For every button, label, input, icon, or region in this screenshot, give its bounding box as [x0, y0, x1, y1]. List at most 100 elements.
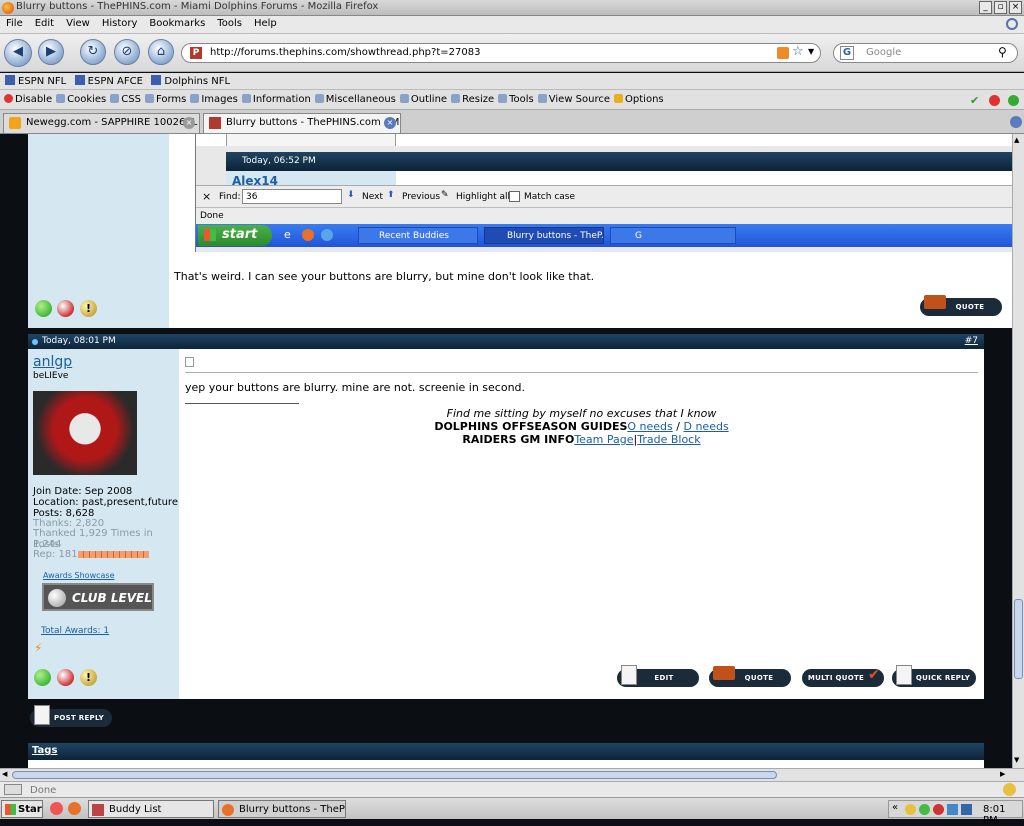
dev-options[interactable]: Options	[614, 90, 664, 105]
dev-tools[interactable]: Tools	[498, 90, 534, 105]
home-icon[interactable]: ⌂	[148, 39, 174, 65]
awards-showcase-link[interactable]: Awards Showcase	[43, 571, 115, 580]
quote-button[interactable]: QUOTE	[709, 666, 791, 687]
highlight-all-button[interactable]: Highlight all	[456, 192, 510, 202]
find-previous-button[interactable]: Previous	[402, 192, 440, 202]
tray-icon[interactable]	[933, 804, 944, 815]
horizontal-scroll-thumb[interactable]	[12, 771, 777, 779]
menu-edit[interactable]: Edit	[29, 16, 60, 29]
find-input[interactable]: 36	[242, 189, 342, 204]
minimize-button[interactable]: _	[979, 1, 992, 14]
scroll-left-icon[interactable]: ◀	[2, 770, 7, 778]
url-text: http://forums.thephins.com/showthread.ph…	[210, 47, 481, 58]
add-rep-icon[interactable]	[57, 669, 74, 686]
menu-help[interactable]: Help	[248, 16, 283, 29]
edit-button[interactable]: EDIT	[617, 665, 699, 687]
information-icon	[241, 94, 251, 103]
tray-expand-icon[interactable]: «	[892, 802, 898, 813]
bookmark-star-icon[interactable]: ☆	[792, 44, 804, 59]
menu-history[interactable]: History	[96, 16, 144, 29]
scroll-right-icon[interactable]: ▶	[1000, 770, 1005, 778]
menu-view[interactable]: View	[60, 16, 96, 29]
search-magnifier-icon[interactable]: ⚲	[998, 45, 1007, 59]
url-dropdown-icon[interactable]: ▼	[808, 47, 814, 56]
multi-quote-button[interactable]: MULTI QUOTE ✔	[802, 667, 884, 687]
team-page-link[interactable]: Team Page	[574, 433, 633, 446]
clock[interactable]: 8:01 PM	[983, 804, 1022, 826]
tags-header[interactable]: Tags	[28, 743, 984, 760]
match-case-checkbox[interactable]	[509, 191, 520, 202]
network-icon[interactable]	[961, 804, 972, 815]
post2-rep: Rep: 181	[33, 549, 78, 560]
horizontal-scrollbar[interactable]: ◀ ▶	[0, 768, 1024, 781]
post-reply-button[interactable]: POST REPLY	[30, 705, 112, 727]
scroll-down-icon[interactable]: ▼	[1014, 756, 1019, 764]
dev-disable[interactable]: Disable	[4, 90, 52, 105]
dev-forms[interactable]: Forms	[144, 90, 186, 105]
start-button[interactable]: Start	[1, 800, 43, 818]
status-ok-icon	[1008, 95, 1019, 106]
add-rep-icon[interactable]	[57, 300, 74, 317]
close-button[interactable]: ×	[1009, 1, 1022, 14]
total-awards-link[interactable]: Total Awards: 1	[41, 626, 109, 636]
find-next-icon[interactable]: ⬇	[347, 190, 355, 200]
menu-bookmarks[interactable]: Bookmarks	[143, 16, 211, 29]
post2-body: yep your buttons are blurry. mine are no…	[179, 349, 984, 699]
dev-css[interactable]: CSS	[110, 90, 141, 105]
dev-outline[interactable]: Outline	[399, 90, 447, 105]
tray-icon[interactable]	[947, 804, 958, 815]
online-status-icon	[34, 669, 51, 686]
avatar	[33, 391, 137, 475]
dev-resize[interactable]: Resize	[451, 90, 494, 105]
dev-images[interactable]: Images	[190, 90, 238, 105]
search-box[interactable]: G Google ⚲	[833, 43, 1018, 63]
tray-icon[interactable]	[919, 804, 930, 815]
scroll-up-icon[interactable]: ▲	[1014, 136, 1019, 144]
google-engine-icon[interactable]: G	[840, 46, 854, 60]
post2-join-date: Join Date: Sep 2008	[33, 486, 133, 497]
find-close-icon[interactable]: ×	[202, 190, 211, 203]
outline-icon	[399, 94, 409, 103]
bookmark-espn-nfl[interactable]: ESPN NFL	[5, 73, 66, 87]
dev-miscellaneous[interactable]: Miscellaneous	[314, 90, 396, 105]
dev-cookies[interactable]: Cookies	[56, 90, 106, 105]
addon-icon[interactable]	[1003, 783, 1016, 796]
tab-thephins[interactable]: Blurry buttons - ThePHINS.com - Miami...…	[203, 113, 401, 133]
menu-file[interactable]: File	[0, 16, 29, 29]
rss-icon[interactable]	[777, 47, 789, 59]
dev-view-source[interactable]: View Source	[537, 90, 610, 105]
firefox-quicklaunch-icon[interactable]	[68, 802, 81, 815]
quicklaunch-icon[interactable]	[50, 802, 63, 815]
o-needs-link[interactable]: O needs	[627, 420, 672, 433]
menu-tools[interactable]: Tools	[211, 16, 248, 29]
quick-reply-button[interactable]: QUICK REPLY	[892, 665, 976, 687]
bookmark-dolphins-nfl[interactable]: Dolphins NFL	[151, 73, 230, 87]
reload-icon[interactable]: ↻	[80, 39, 106, 65]
tab-close-icon[interactable]: ×	[384, 117, 396, 129]
tab-newegg[interactable]: Newegg.com - SAPPHIRE 100265L Rad... ×	[3, 113, 200, 133]
quoted-status: Done	[196, 207, 1012, 224]
d-needs-link[interactable]: D needs	[683, 420, 728, 433]
post2-number-link[interactable]: #7	[965, 336, 978, 346]
tab-close-icon[interactable]: ×	[183, 117, 195, 129]
dev-information[interactable]: Information	[241, 90, 311, 105]
report-icon[interactable]: !	[80, 669, 97, 686]
forward-icon[interactable]: ▶	[38, 39, 64, 65]
post2-username[interactable]: anlgp	[33, 354, 72, 370]
vertical-scroll-thumb[interactable]	[1014, 599, 1023, 679]
vertical-scrollbar[interactable]: ▲ ▼	[1012, 134, 1024, 768]
tab-list-icon[interactable]	[1010, 116, 1022, 128]
bookmark-espn-afce[interactable]: ESPN AFCE	[74, 73, 143, 87]
back-icon[interactable]: ◀	[4, 39, 32, 67]
tray-icon[interactable]	[905, 804, 916, 815]
url-bar[interactable]: P http://forums.thephins.com/showthread.…	[181, 43, 821, 63]
stop-icon[interactable]: ⊘	[114, 39, 140, 65]
taskbar-buddy-list[interactable]: Buddy List	[88, 800, 214, 818]
find-next-button[interactable]: Next	[362, 192, 383, 202]
find-previous-icon[interactable]: ⬆	[387, 190, 395, 200]
post1-quote-button[interactable]: QUOTE	[920, 295, 1002, 316]
trade-block-link[interactable]: Trade Block	[637, 433, 700, 446]
report-icon[interactable]: !	[80, 300, 97, 317]
taskbar-firefox[interactable]: Blurry buttons - ThePHIN...	[218, 800, 346, 818]
maximize-button[interactable]: ▫	[994, 1, 1007, 14]
